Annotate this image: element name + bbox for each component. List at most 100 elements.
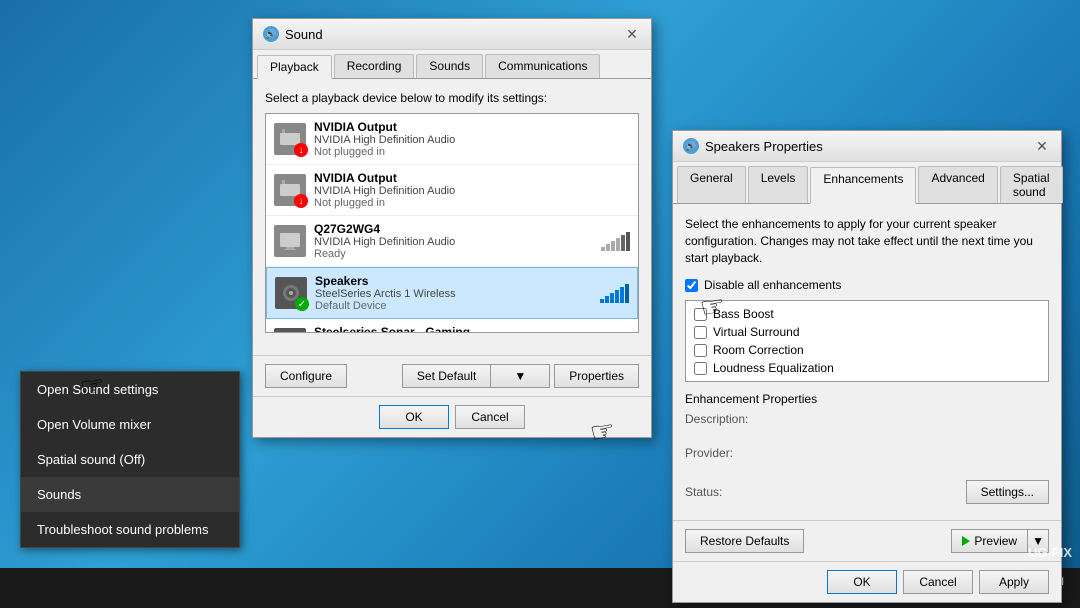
sound-ok-button[interactable]: OK bbox=[379, 405, 449, 429]
device-name-q27: Q27G2WG4 bbox=[314, 222, 593, 236]
device-info-sonar: Steelseries Sonar - Gaming Steelseries S… bbox=[314, 325, 630, 333]
status-label: Status: bbox=[685, 485, 765, 499]
tab-advanced[interactable]: Advanced bbox=[918, 166, 997, 203]
enh-checkbox-room-correction[interactable] bbox=[694, 344, 707, 357]
watermark: UG-FIX bbox=[1028, 545, 1072, 560]
badge-nvidia1: ↓ bbox=[294, 143, 308, 157]
enh-checkbox-loudness[interactable] bbox=[694, 362, 707, 375]
status-row: Status: Settings... bbox=[685, 480, 1049, 504]
speakers-description: Select the enhancements to apply for you… bbox=[685, 216, 1049, 266]
enh-item-loudness[interactable]: Loudness Equalization bbox=[690, 359, 1044, 377]
sound-footer-left: Configure bbox=[265, 364, 347, 388]
sound-ok-cancel-footer: OK Cancel bbox=[253, 396, 651, 437]
device-item-sonar[interactable]: ↓ Steelseries Sonar - Gaming Steelseries… bbox=[266, 319, 638, 333]
tab-recording[interactable]: Recording bbox=[334, 54, 415, 78]
enh-label-bass-boost: Bass Boost bbox=[713, 307, 774, 321]
speakers-title-text: Speakers Properties bbox=[705, 139, 823, 154]
device-icon-q27 bbox=[274, 225, 306, 257]
device-status-nvidia2: Not plugged in bbox=[314, 197, 630, 209]
tab-enhancements[interactable]: Enhancements bbox=[810, 167, 916, 204]
device-icon-sonar: ↓ bbox=[274, 328, 306, 333]
device-subname-speakers: SteelSeries Arctis 1 Wireless bbox=[315, 288, 592, 300]
device-status-speakers: Default Device bbox=[315, 300, 592, 312]
sound-dialog-tabs: Playback Recording Sounds Communications bbox=[253, 50, 651, 79]
device-icon-speakers: ✓ bbox=[275, 277, 307, 309]
device-info-nvidia1: NVIDIA Output NVIDIA High Definition Aud… bbox=[314, 120, 630, 158]
context-menu-item-spatial-sound[interactable]: Spatial sound (Off) bbox=[21, 442, 239, 477]
enh-item-room-correction[interactable]: Room Correction bbox=[690, 341, 1044, 359]
speakers-footer-left: Restore Defaults bbox=[685, 529, 804, 553]
speakers-footer: Restore Defaults Preview ▼ bbox=[673, 520, 1061, 561]
speakers-apply-button[interactable]: Apply bbox=[979, 570, 1049, 594]
speakers-dialog-tabs: General Levels Enhancements Advanced Spa… bbox=[673, 162, 1061, 204]
sound-dialog-title: 🔊 Sound bbox=[263, 26, 323, 42]
speakers-props-body: Select the enhancements to apply for you… bbox=[673, 204, 1061, 520]
enh-checkbox-virtual-surround[interactable] bbox=[694, 326, 707, 339]
speakers-dialog-close-button[interactable]: ✕ bbox=[1033, 137, 1051, 155]
sound-dialog-titlebar: 🔊 Sound ✕ bbox=[253, 19, 651, 50]
set-default-arrow-button[interactable]: ▼ bbox=[490, 364, 550, 388]
tab-levels[interactable]: Levels bbox=[748, 166, 809, 203]
enh-label-virtual-surround: Virtual Surround bbox=[713, 325, 800, 339]
badge-speakers: ✓ bbox=[295, 297, 309, 311]
context-menu-item-sounds[interactable]: Sounds bbox=[21, 477, 239, 512]
device-item-q27[interactable]: Q27G2WG4 NVIDIA High Definition Audio Re… bbox=[266, 216, 638, 267]
speakers-ok-cancel-footer: OK Cancel Apply bbox=[673, 561, 1061, 602]
device-status-q27: Ready bbox=[314, 248, 593, 260]
device-name-sonar: Steelseries Sonar - Gaming bbox=[314, 325, 630, 333]
device-name-nvidia2: NVIDIA Output bbox=[314, 171, 630, 185]
device-subname-nvidia1: NVIDIA High Definition Audio bbox=[314, 134, 630, 146]
tab-general[interactable]: General bbox=[677, 166, 746, 203]
preview-label: Preview bbox=[974, 534, 1017, 548]
enh-item-virtual-surround[interactable]: Virtual Surround bbox=[690, 323, 1044, 341]
speakers-dialog-titlebar: 🔊 Speakers Properties ✕ bbox=[673, 131, 1061, 162]
settings-button[interactable]: Settings... bbox=[966, 480, 1049, 504]
preview-play-icon bbox=[962, 536, 970, 546]
device-name-nvidia1: NVIDIA Output bbox=[314, 120, 630, 134]
speakers-cancel-button[interactable]: Cancel bbox=[903, 570, 973, 594]
device-item-speakers[interactable]: ✓ Speakers SteelSeries Arctis 1 Wireless… bbox=[266, 267, 638, 319]
description-label: Description: bbox=[685, 412, 765, 426]
context-menu-item-troubleshoot[interactable]: Troubleshoot sound problems bbox=[21, 512, 239, 547]
device-info-speakers: Speakers SteelSeries Arctis 1 Wireless D… bbox=[315, 274, 592, 312]
enh-item-bass-boost[interactable]: Bass Boost bbox=[690, 305, 1044, 323]
sound-dialog-body: Select a playback device below to modify… bbox=[253, 79, 651, 355]
description-value bbox=[765, 412, 1049, 442]
device-status-nvidia1: Not plugged in bbox=[314, 146, 630, 158]
set-default-button[interactable]: Set Default bbox=[402, 364, 490, 388]
sound-cancel-button[interactable]: Cancel bbox=[455, 405, 525, 429]
description-row: Description: bbox=[685, 412, 1049, 442]
restore-defaults-button[interactable]: Restore Defaults bbox=[685, 529, 804, 553]
tab-playback[interactable]: Playback bbox=[257, 55, 332, 79]
configure-button[interactable]: Configure bbox=[265, 364, 347, 388]
disable-all-checkbox[interactable] bbox=[685, 279, 698, 292]
device-subname-nvidia2: NVIDIA High Definition Audio bbox=[314, 185, 630, 197]
provider-label: Provider: bbox=[685, 446, 765, 460]
device-info-q27: Q27G2WG4 NVIDIA High Definition Audio Re… bbox=[314, 222, 593, 260]
preview-main-button[interactable]: Preview bbox=[951, 529, 1027, 553]
enh-checkbox-bass-boost[interactable] bbox=[694, 308, 707, 321]
device-item-nvidia2[interactable]: ↓ NVIDIA Output NVIDIA High Definition A… bbox=[266, 165, 638, 216]
tab-communications[interactable]: Communications bbox=[485, 54, 600, 78]
tab-spatial-sound[interactable]: Spatial sound bbox=[1000, 166, 1063, 203]
set-default-split: Set Default ▼ bbox=[402, 364, 550, 388]
context-menu: Open Sound settings Open Volume mixer Sp… bbox=[20, 371, 240, 548]
provider-value bbox=[765, 446, 1049, 476]
properties-button[interactable]: Properties bbox=[554, 364, 639, 388]
sound-dialog-close-button[interactable]: ✕ bbox=[623, 25, 641, 43]
device-icon-nvidia1: ↓ bbox=[274, 123, 306, 155]
device-subname-q27: NVIDIA High Definition Audio bbox=[314, 236, 593, 248]
badge-nvidia2: ↓ bbox=[294, 194, 308, 208]
enh-label-room-correction: Room Correction bbox=[713, 343, 804, 357]
disable-all-row: Disable all enhancements bbox=[685, 278, 1049, 292]
sound-dialog: 🔊 Sound ✕ Playback Recording Sounds Comm… bbox=[252, 18, 652, 438]
speakers-ok-button[interactable]: OK bbox=[827, 570, 897, 594]
context-menu-item-open-sound[interactable]: Open Sound settings bbox=[21, 372, 239, 407]
sound-footer-right: Set Default ▼ Properties bbox=[402, 364, 639, 388]
volume-bars-speakers bbox=[600, 283, 629, 303]
context-menu-item-volume-mixer[interactable]: Open Volume mixer bbox=[21, 407, 239, 442]
device-item-nvidia1[interactable]: ↓ NVIDIA Output NVIDIA High Definition A… bbox=[266, 114, 638, 165]
sound-title-text: Sound bbox=[285, 27, 323, 42]
tab-sounds[interactable]: Sounds bbox=[416, 54, 483, 78]
device-list[interactable]: ↓ NVIDIA Output NVIDIA High Definition A… bbox=[265, 113, 639, 333]
